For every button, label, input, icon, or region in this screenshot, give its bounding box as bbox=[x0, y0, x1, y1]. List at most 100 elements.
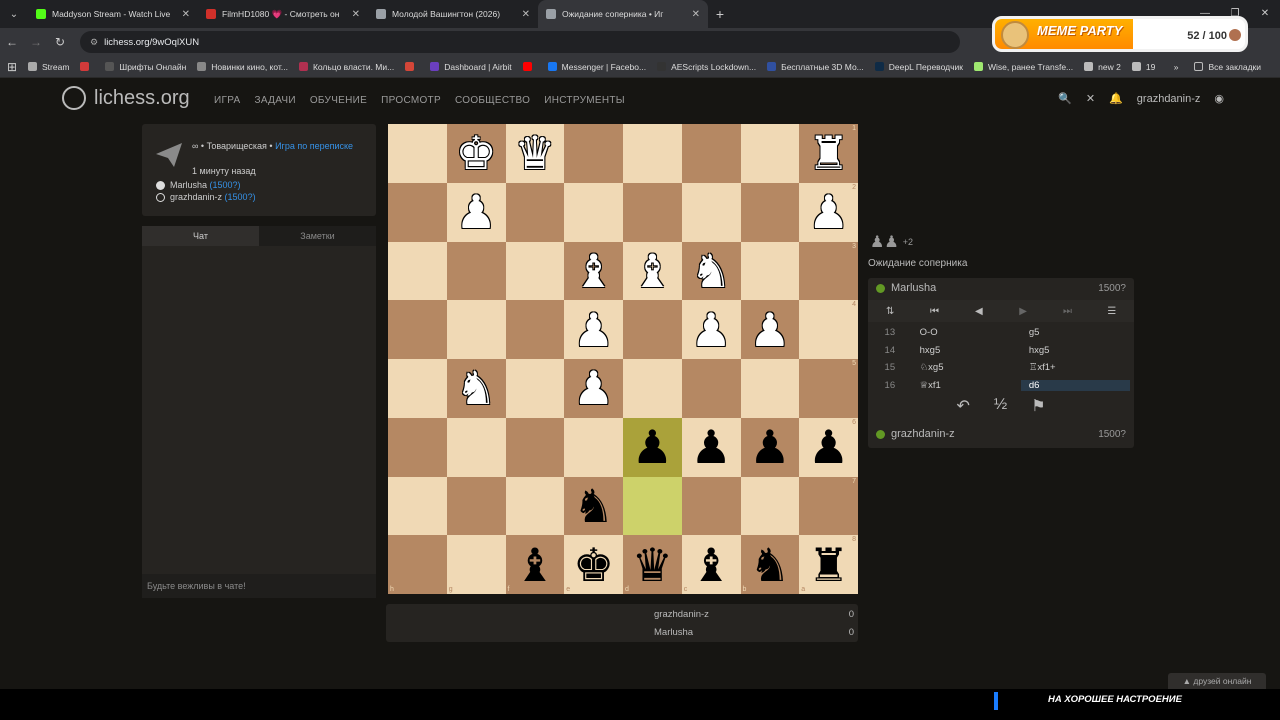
black-king-icon[interactable]: ♚ bbox=[573, 542, 614, 588]
board-square[interactable]: ♝ bbox=[564, 241, 623, 301]
takeback-icon[interactable]: ↶ bbox=[956, 396, 969, 416]
board-square[interactable]: ♜ 1 bbox=[799, 124, 858, 183]
draw-offer-icon[interactable]: ½ bbox=[994, 396, 1007, 416]
apps-icon[interactable]: ⊞ bbox=[0, 60, 24, 74]
board-square[interactable] bbox=[740, 476, 800, 536]
board-square[interactable]: ♟ bbox=[564, 300, 623, 359]
tab-close-icon[interactable]: ✕ bbox=[352, 9, 360, 20]
board-square[interactable] bbox=[740, 241, 800, 301]
me-name[interactable]: grazhdanin-z bbox=[891, 428, 955, 440]
new-tab-button[interactable]: + bbox=[708, 6, 732, 22]
tab-notes[interactable]: Заметки bbox=[259, 226, 376, 246]
board-square[interactable]: ♛ d bbox=[623, 535, 682, 594]
board-square[interactable]: ♟ bbox=[446, 182, 506, 242]
board-square[interactable] bbox=[623, 124, 682, 183]
board-square[interactable] bbox=[388, 359, 447, 418]
board-square[interactable]: ♟ bbox=[623, 417, 682, 477]
player1-name[interactable]: Marlusha bbox=[170, 180, 207, 190]
board-square[interactable] bbox=[564, 417, 623, 477]
board-square[interactable]: ♝ bbox=[623, 241, 682, 301]
tab-chat[interactable]: Чат bbox=[142, 226, 259, 246]
white-pawn-icon[interactable]: ♟ bbox=[573, 307, 614, 353]
board-square[interactable]: 5 bbox=[799, 359, 858, 418]
tab-search-icon[interactable]: ⌄ bbox=[0, 9, 28, 20]
white-pawn-icon[interactable]: ♟ bbox=[573, 365, 614, 411]
notification-icon[interactable]: 🔔 bbox=[1109, 92, 1123, 105]
board-square[interactable] bbox=[740, 359, 800, 418]
board-square[interactable]: ♟ bbox=[740, 417, 800, 477]
game-type-link[interactable]: Игра по переписке bbox=[275, 141, 353, 151]
board-square[interactable] bbox=[505, 359, 565, 418]
board-square[interactable] bbox=[388, 124, 447, 183]
back-icon[interactable]: ← bbox=[0, 35, 24, 49]
board-square[interactable]: ♞ bbox=[681, 241, 741, 301]
player2-name[interactable]: grazhdanin-z bbox=[170, 192, 222, 202]
board-square[interactable] bbox=[623, 359, 682, 418]
bookmark-item[interactable]: new 2 bbox=[1084, 62, 1121, 72]
black-knight-icon[interactable]: ♞ bbox=[749, 542, 790, 588]
tab-close-icon[interactable]: ✕ bbox=[692, 9, 700, 20]
board-square[interactable] bbox=[623, 182, 682, 242]
move-black[interactable]: d6 bbox=[1020, 379, 1130, 391]
bookmark-item[interactable] bbox=[522, 62, 537, 72]
bookmark-item[interactable]: 19 bbox=[1131, 62, 1155, 72]
menu-watch[interactable]: ПРОСМОТР bbox=[381, 95, 441, 106]
white-pawn-icon[interactable]: ♟ bbox=[691, 307, 732, 353]
board-square[interactable] bbox=[505, 417, 565, 477]
browser-tab[interactable]: FilmHD1080 💗 - Смотреть он ✕ bbox=[198, 0, 368, 28]
board-square[interactable] bbox=[388, 417, 447, 477]
opponent-name[interactable]: Marlusha bbox=[891, 282, 936, 294]
board-square[interactable] bbox=[388, 300, 447, 359]
board-square[interactable] bbox=[446, 476, 506, 536]
board-square[interactable] bbox=[623, 476, 682, 536]
board-square[interactable] bbox=[681, 359, 741, 418]
board-square[interactable]: 3 bbox=[799, 241, 858, 301]
board-square[interactable] bbox=[740, 182, 800, 242]
board-square[interactable] bbox=[681, 182, 741, 242]
board-square[interactable] bbox=[446, 300, 506, 359]
board-square[interactable]: ♟ 6 bbox=[799, 417, 858, 477]
all-bookmarks-link[interactable]: Все закладки bbox=[1208, 62, 1261, 72]
move-black[interactable]: g5 bbox=[1021, 327, 1130, 338]
bookmark-item[interactable]: AEScripts Lockdown... bbox=[657, 62, 756, 72]
bookmark-item[interactable] bbox=[80, 62, 94, 72]
bookmark-item[interactable]: Новинки кино, кот... bbox=[197, 62, 288, 72]
white-king-icon[interactable]: ♚ bbox=[456, 130, 497, 176]
black-pawn-icon[interactable]: ♟ bbox=[632, 424, 673, 470]
black-rook-icon[interactable]: ♜ bbox=[808, 542, 849, 588]
board-square[interactable]: ♚ e bbox=[564, 535, 623, 594]
menu-puzzles[interactable]: ЗАДАЧИ bbox=[254, 95, 295, 106]
board-square[interactable] bbox=[564, 124, 623, 183]
reload-icon[interactable]: ↻ bbox=[48, 35, 72, 49]
board-square[interactable]: ♞ bbox=[564, 476, 623, 536]
board-square[interactable] bbox=[505, 476, 565, 536]
white-bishop-icon[interactable]: ♝ bbox=[632, 248, 673, 294]
bookmark-item[interactable]: Messenger | Facebo... bbox=[547, 62, 646, 72]
board-square[interactable]: ♞ b bbox=[740, 535, 800, 594]
black-bishop-icon[interactable]: ♝ bbox=[514, 542, 555, 588]
friends-online-button[interactable]: ▲ друзей онлайн bbox=[1168, 673, 1266, 689]
white-pawn-icon[interactable]: ♟ bbox=[808, 189, 849, 235]
bookmark-item[interactable]: DeepL Переводчик bbox=[874, 62, 963, 72]
flip-board-icon[interactable]: ⇅ bbox=[868, 306, 912, 317]
black-pawn-icon[interactable]: ♟ bbox=[808, 424, 849, 470]
board-square[interactable] bbox=[505, 300, 565, 359]
bookmark-item[interactable]: Бесплатные 3D Мо... bbox=[767, 62, 864, 72]
site-info-icon[interactable]: ⚙ bbox=[90, 37, 98, 48]
board-square[interactable]: 4 bbox=[799, 300, 858, 359]
white-pawn-icon[interactable]: ♟ bbox=[749, 307, 790, 353]
board-square[interactable] bbox=[505, 182, 565, 242]
black-pawn-icon[interactable]: ♟ bbox=[691, 424, 732, 470]
board-square[interactable] bbox=[388, 241, 447, 301]
browser-tab[interactable]: Молодой Вашингтон (2026) ✕ bbox=[368, 0, 538, 28]
black-knight-icon[interactable]: ♞ bbox=[573, 483, 614, 529]
chat-input[interactable]: Будьте вежливы в чате! bbox=[142, 574, 376, 598]
board-square[interactable]: ♟ bbox=[681, 300, 741, 359]
move-white[interactable]: ♕xf1 bbox=[912, 380, 1021, 391]
move-black[interactable]: hxg5 bbox=[1021, 345, 1130, 356]
black-bishop-icon[interactable]: ♝ bbox=[691, 542, 732, 588]
black-pawn-icon[interactable]: ♟ bbox=[749, 424, 790, 470]
menu-community[interactable]: СООБЩЕСТВО bbox=[455, 95, 530, 106]
board-square[interactable] bbox=[740, 124, 800, 183]
bookmark-item[interactable]: Wise, ранее Transfe... bbox=[973, 62, 1073, 72]
